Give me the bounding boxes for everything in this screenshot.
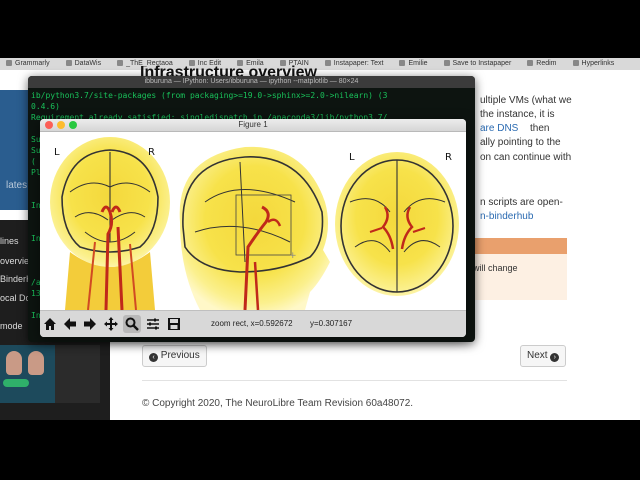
warning-admonition: will change: [465, 238, 567, 300]
sidebar-item[interactable]: lines: [0, 236, 19, 246]
sagittal-view: +: [179, 146, 330, 311]
next-button[interactable]: Next ›: [520, 345, 567, 367]
doc-text: ultiple VMs (what we: [480, 95, 572, 106]
doc-text: the instance, it is: [480, 109, 555, 120]
left-label: L: [349, 152, 355, 163]
doc-text: n scripts are open-: [480, 197, 563, 208]
coronal-view: [50, 137, 170, 311]
plot-canvas[interactable]: + L R L R: [40, 132, 466, 311]
bookmark[interactable]: Grammarly: [6, 60, 50, 67]
configure-subplots-icon[interactable]: [144, 315, 162, 333]
sidebar-item[interactable]: mode: [0, 321, 23, 331]
previous-label: Previous: [160, 350, 200, 361]
terminal-title: ibburuna — IPython: Users/ibburuna — ipy…: [28, 76, 475, 88]
admonition-text: will change: [473, 263, 518, 273]
screen: Grammarly DataWis _ThE_Rectaoa Inc Edit Emil…: [0, 58, 640, 420]
version-label[interactable]: lates: [6, 180, 27, 191]
copyright-footer: © Copyright 2020, The NeuroLibre Team Re…: [142, 398, 414, 409]
admonition-header: [465, 238, 567, 254]
brain-glass-views: + L R L R: [50, 137, 459, 311]
sidebar-item[interactable]: ocal Do: [0, 293, 31, 303]
bookmark[interactable]: Emilie: [399, 60, 427, 67]
previous-button[interactable]: ‹ Previous: [142, 345, 207, 367]
svg-text:+: +: [289, 251, 297, 261]
y-status: y=0.307167: [310, 319, 353, 328]
minimize-window-icon[interactable]: [57, 121, 65, 129]
binderhub-link[interactable]: n-binderhub: [480, 210, 640, 223]
bookmark[interactable]: Save to Instapaper: [444, 60, 512, 67]
video-thumbnail[interactable]: [0, 345, 55, 403]
close-window-icon[interactable]: [45, 121, 53, 129]
bookmark[interactable]: DataWis: [66, 60, 101, 67]
back-arrow-icon[interactable]: [61, 315, 79, 333]
save-figure-icon[interactable]: [165, 315, 183, 333]
right-label: R: [148, 147, 155, 158]
doc-text: then: [530, 123, 550, 134]
zoom-icon[interactable]: [123, 315, 141, 333]
next-label: Next: [527, 350, 548, 361]
terminal-line: ib/python3.7/site-packages (from packagi…: [31, 91, 388, 100]
bookmark[interactable]: Redim: [527, 60, 556, 67]
video-thumbnail[interactable]: [55, 345, 100, 403]
terminal-line: 0.4.6): [31, 102, 60, 111]
doc-text: ally pointing to the: [480, 137, 561, 148]
chevron-right-icon: ›: [550, 353, 560, 362]
left-label: L: [54, 147, 60, 158]
bookmark[interactable]: Hyperlinks: [573, 60, 615, 67]
doc-text: on can continue with: [480, 152, 572, 163]
maximize-window-icon[interactable]: [69, 121, 77, 129]
chevron-left-icon: ‹: [149, 353, 158, 362]
figure-title: Figure 1: [238, 120, 268, 129]
home-icon[interactable]: [41, 315, 59, 333]
pan-icon[interactable]: [102, 315, 120, 333]
forward-arrow-icon[interactable]: [81, 315, 99, 333]
figure-window[interactable]: Figure 1 + L R L R zoom rect, x=0.592672…: [40, 119, 466, 337]
right-label: R: [445, 152, 452, 163]
zoom-status: zoom rect, x=0.592672: [211, 319, 293, 328]
figure-titlebar: Figure 1: [40, 119, 466, 132]
axial-view: [335, 152, 459, 296]
navigation-toolbar: zoom rect, x=0.592672 y=0.307167: [40, 310, 466, 337]
bookmark[interactable]: Instapaper: Text: [325, 60, 384, 67]
divider: [142, 380, 567, 381]
